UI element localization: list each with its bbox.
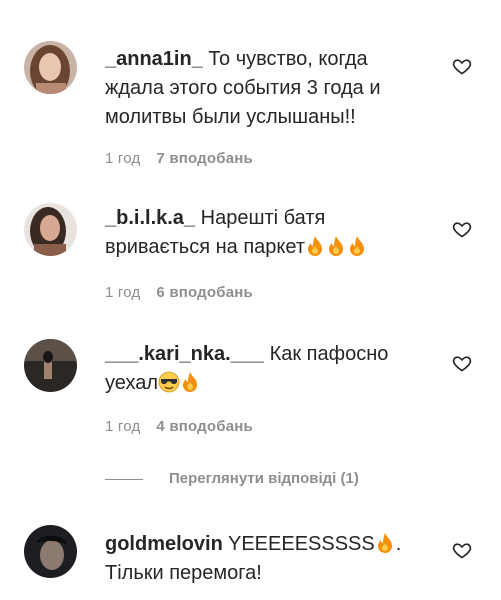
sunglasses-smile-icon — [158, 371, 180, 394]
comment-meta: 1 год 7 вподобань — [105, 150, 253, 167]
replies-divider-line — [105, 478, 143, 480]
like-heart-icon[interactable] — [452, 353, 472, 373]
comment-meta: 1 год 6 вподобань — [105, 284, 253, 301]
comment-username[interactable]: ___.kari_nka.___ — [105, 343, 264, 365]
comment-time[interactable]: 1 год — [105, 284, 140, 301]
fire-icon — [347, 236, 368, 258]
comment-likes[interactable]: 7 вподобань — [156, 150, 253, 167]
fire-icon — [180, 372, 201, 394]
comment-body: _anna1in_ То чувство, когда ждала этого … — [105, 45, 425, 132]
fire-icon — [375, 533, 396, 555]
comment-likes[interactable]: 4 вподобань — [156, 418, 253, 435]
view-replies-button[interactable]: Переглянути відповіді (1) — [105, 470, 359, 490]
comment-username[interactable]: _b.i.l.k.a_ — [105, 207, 195, 229]
comment-body: goldmelovin YEEEEESSSSS. Тільки перемога… — [105, 530, 405, 588]
comment-text: YEEEEESSSSS — [228, 533, 375, 555]
previous-comment-remnant: —— — — —— ——— — — [0, 0, 501, 2]
fire-icon — [305, 236, 326, 258]
fire-icon — [326, 236, 347, 258]
comment-username[interactable]: _anna1in_ — [105, 48, 203, 70]
like-heart-icon[interactable] — [452, 56, 472, 76]
comment-meta: 1 год 4 вподобань — [105, 418, 253, 435]
comment-time[interactable]: 1 год — [105, 418, 140, 435]
like-heart-icon[interactable] — [452, 219, 472, 239]
comment-body: ___.kari_nka.___ Как пафосно уехал — [105, 340, 425, 398]
avatar[interactable] — [24, 525, 77, 578]
view-replies-label[interactable]: Переглянути відповіді (1) — [169, 470, 359, 487]
avatar[interactable] — [24, 41, 77, 94]
like-heart-icon[interactable] — [452, 540, 472, 560]
avatar[interactable] — [24, 339, 77, 392]
avatar[interactable] — [24, 203, 77, 256]
comment-body: _b.i.l.k.a_ Нарешті батя вривається на п… — [105, 204, 435, 262]
comment-time[interactable]: 1 год — [105, 150, 140, 167]
comment-username[interactable]: goldmelovin — [105, 533, 223, 555]
comment-likes[interactable]: 6 вподобань — [156, 284, 253, 301]
